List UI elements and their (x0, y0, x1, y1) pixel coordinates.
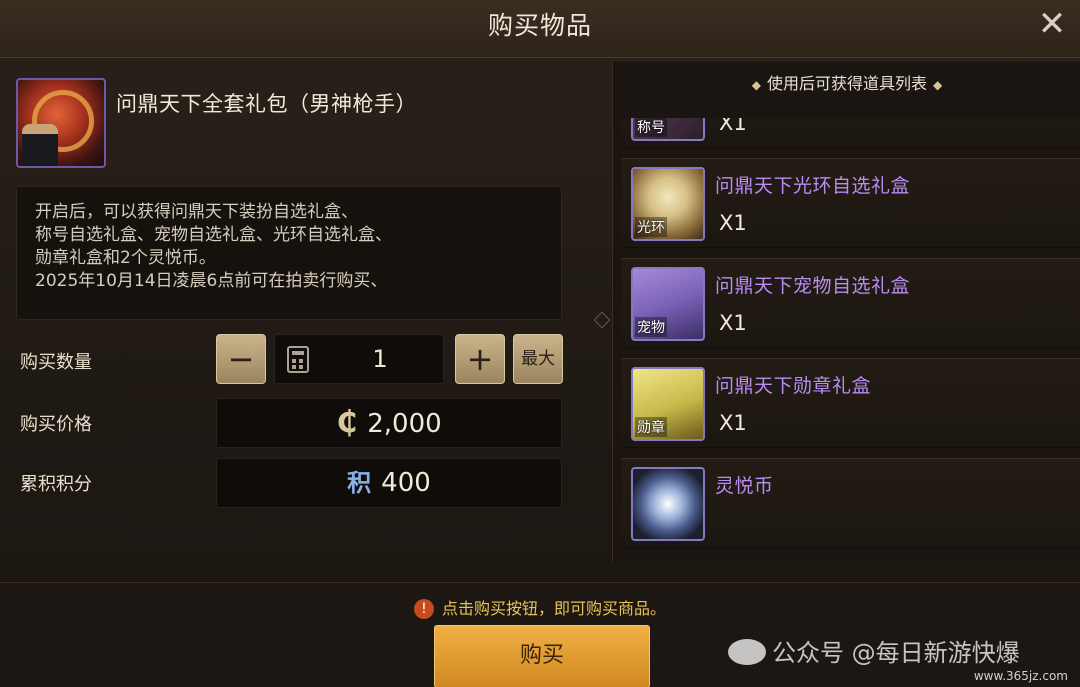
medal-box-icon: 勋章 (631, 367, 705, 441)
item-name: 问鼎天下光环自选礼盒 (715, 175, 911, 197)
item-tag: 光环 (635, 217, 667, 237)
price-label: 购买价格 (20, 414, 92, 435)
item-tag: 称号 (635, 118, 667, 137)
list-item[interactable]: 勋章 问鼎天下勋章礼盒 X1 (621, 358, 1080, 448)
quantity-label: 购买数量 (20, 352, 92, 373)
watermark-url: www.365jz.com (973, 669, 1068, 683)
halo-box-icon: 光环 (631, 167, 705, 241)
reward-list-header: ◆ 使用后可获得道具列表 ◆ (751, 74, 943, 93)
item-quantity: X1 (719, 411, 747, 435)
points-value: 400 (381, 468, 431, 498)
dialog-footer: ! 点击购买按钮，即可购买商品。 购买 公众号 @每日新游快爆 www.365jz… (0, 582, 1080, 687)
description-line: 称号自选礼盒、宠物自选礼盒、光环自选礼盒、 (35, 225, 392, 245)
item-tag: 宠物 (635, 317, 667, 337)
quantity-value: 1 (372, 345, 388, 373)
wechat-icon (728, 639, 766, 665)
item-quantity: X1 (719, 118, 747, 135)
reward-list-title: 使用后可获得道具列表 (766, 74, 927, 93)
reward-list[interactable]: 称号 X1 光环 问鼎天下光环自选礼盒 X1 宠物 问鼎天下宠物自选礼盒 X1 (621, 118, 1080, 558)
item-name: 问鼎天下勋章礼盒 (715, 375, 872, 397)
calculator-icon[interactable] (287, 346, 309, 373)
watermark-text: 公众号 @每日新游快爆 (772, 639, 1020, 667)
watermark: 公众号 @每日新游快爆 (728, 633, 1020, 668)
gift-pack-icon (16, 78, 106, 168)
points-display: 积 400 (216, 458, 562, 508)
purchase-dialog: 购买物品 ✕ 问鼎天下全套礼包（男神枪手） 开启后，可以获得问鼎天下装扮自选礼盒… (0, 0, 1080, 687)
list-item[interactable]: 称号 X1 (621, 118, 1080, 148)
points-icon: 积 (347, 469, 372, 497)
close-icon[interactable]: ✕ (1030, 4, 1074, 48)
description-line: 开启后，可以获得问鼎天下装扮自选礼盒、 (35, 202, 358, 222)
title-bar: 购买物品 ✕ (0, 0, 1080, 58)
description-line: 2025年10月14日凌晨6点前可在拍卖行购买、 (35, 271, 388, 291)
price-value: 2,000 (367, 409, 442, 439)
increase-button[interactable]: + (455, 334, 505, 384)
item-name: 问鼎天下全套礼包（男神枪手） (116, 92, 417, 116)
warning-icon: ! (413, 599, 434, 619)
points-label: 累积积分 (20, 474, 92, 495)
dialog-title: 购买物品 (487, 11, 592, 40)
item-tag: 勋章 (635, 417, 667, 437)
description-line: 勋章礼盒和2个灵悦币。 (35, 248, 216, 268)
pet-box-icon: 宠物 (631, 267, 705, 341)
item-name: 灵悦币 (715, 475, 774, 497)
item-detail-panel: 问鼎天下全套礼包（男神枪手） 开启后，可以获得问鼎天下装扮自选礼盒、 称号自选礼… (0, 62, 600, 582)
item-quantity: X1 (719, 311, 747, 335)
purchase-notice: ! 点击购买按钮，即可购买商品。 (0, 595, 1080, 619)
list-item[interactable]: 灵悦币 (621, 458, 1080, 548)
buy-button[interactable]: 购买 (434, 625, 650, 687)
title-box-icon: 称号 (631, 118, 705, 141)
price-display: ₵ 2,000 (216, 398, 562, 448)
reward-list-panel: ◆使用后可获得道具列表◆ 称号 X1 光环 问鼎天下光环自选礼盒 X1 宠物 (612, 62, 1080, 562)
item-name: 问鼎天下宠物自选礼盒 (715, 275, 911, 297)
coin-icon (631, 467, 705, 541)
item-quantity: X1 (719, 211, 747, 235)
max-button[interactable]: 最大 (513, 334, 563, 384)
list-item[interactable]: 宠物 问鼎天下宠物自选礼盒 X1 (621, 258, 1080, 348)
currency-icon: ₵ (336, 405, 358, 440)
list-item[interactable]: 光环 问鼎天下光环自选礼盒 X1 (621, 158, 1080, 248)
notice-text: 点击购买按钮，即可购买商品。 (441, 599, 666, 618)
decrease-button[interactable]: − (216, 334, 266, 384)
item-description[interactable]: 开启后，可以获得问鼎天下装扮自选礼盒、 称号自选礼盒、宠物自选礼盒、光环自选礼盒… (16, 186, 562, 320)
quantity-input[interactable]: 1 (274, 334, 444, 384)
